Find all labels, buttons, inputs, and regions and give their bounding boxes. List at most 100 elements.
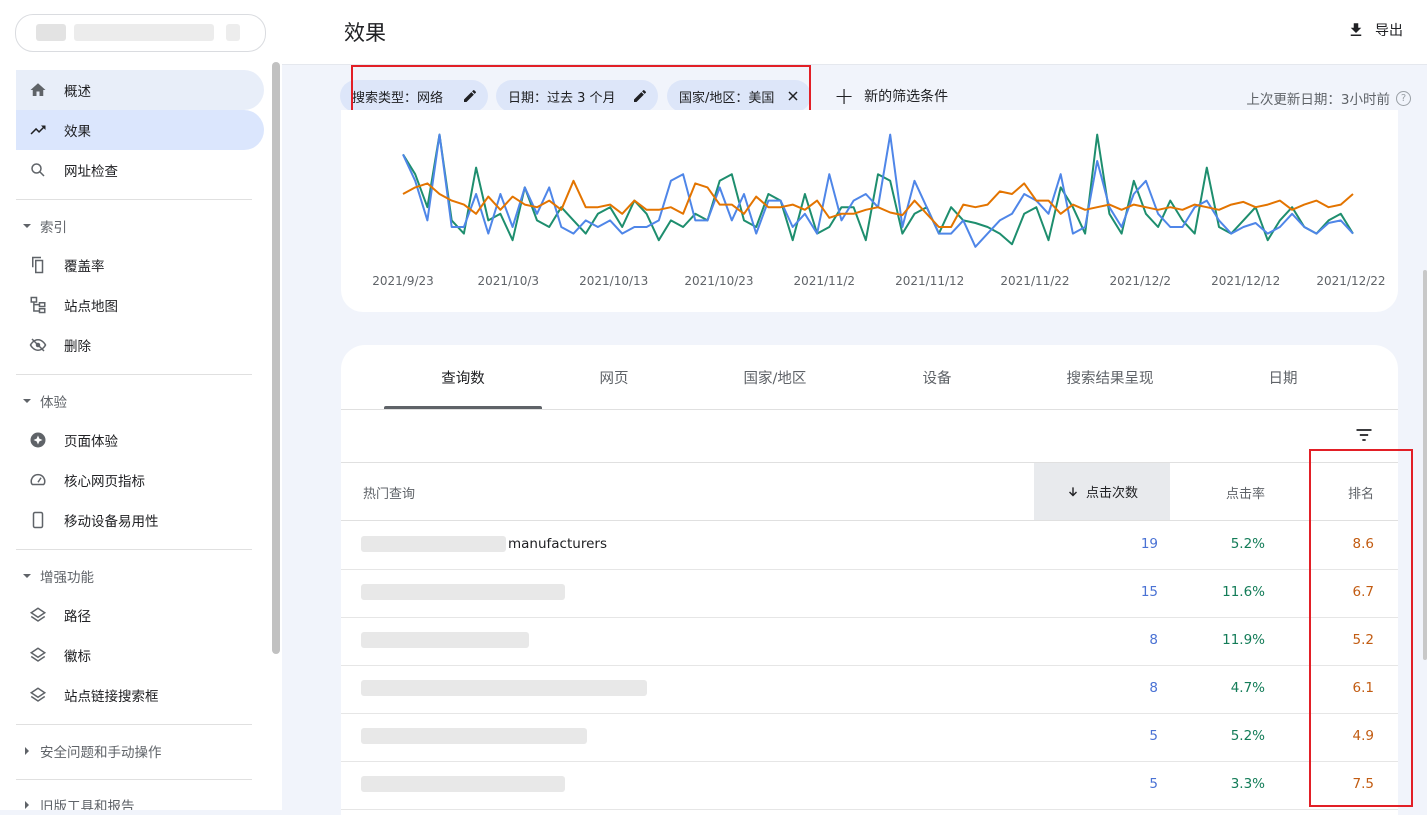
chevron-down-icon <box>23 224 31 228</box>
divider <box>16 549 252 550</box>
ctr-value: 3.3% <box>1230 776 1265 792</box>
section-index[interactable]: 索引 <box>20 216 67 236</box>
redacted-query <box>361 632 529 648</box>
tab-dates[interactable]: 日期 <box>1210 345 1356 409</box>
smartphone-icon <box>32 511 44 529</box>
x-tick-label: 2021/11/2 <box>794 274 856 288</box>
annotation-highlight-box <box>1309 449 1413 807</box>
section-label: 索引 <box>40 220 67 236</box>
nav-label: 网址检查 <box>64 164 118 180</box>
x-tick-label: 2021/11/22 <box>1000 274 1069 288</box>
tab-queries[interactable]: 查询数 <box>384 345 542 409</box>
x-tick-label: 2021/12/22 <box>1316 274 1385 288</box>
visibility-off-icon <box>29 338 47 352</box>
header-query[interactable]: 热门查询 <box>363 483 415 502</box>
ctr-value: 5.2% <box>1230 536 1265 552</box>
clicks-value: 19 <box>1140 536 1158 552</box>
layers-icon <box>29 687 47 702</box>
nav-label: 站点链接搜索框 <box>64 689 159 705</box>
chevron-right-icon <box>25 747 29 755</box>
x-tick-label: 2021/12/12 <box>1211 274 1280 288</box>
section-label: 旧版工具和报告 <box>40 799 135 810</box>
nav-label: 徽标 <box>64 649 91 665</box>
add-filter-label: 新的筛选条件 <box>864 89 949 105</box>
trending-up-icon <box>30 125 46 135</box>
chevron-down-icon <box>23 574 31 578</box>
series-line-blue <box>402 133 1354 248</box>
nav-label: 页面体验 <box>64 434 118 450</box>
x-tick-label: 2021/10/3 <box>478 274 540 288</box>
nav-item-performance[interactable]: 效果 <box>16 110 264 150</box>
table-row[interactable]: 5 5.2% 4.9 <box>341 713 1398 762</box>
nav-label: 移动设备易用性 <box>64 514 159 530</box>
x-tick-label: 2021/10/23 <box>684 274 753 288</box>
property-name-redacted <box>36 24 66 41</box>
table-row[interactable]: 8 4.7% 6.1 <box>341 665 1398 714</box>
page-scrollbar[interactable] <box>1423 270 1427 660</box>
x-tick-label: 2021/11/12 <box>895 274 964 288</box>
table-row[interactable]: 5 3.3% 7.5 <box>341 761 1398 810</box>
performance-chart[interactable]: 2021/9/23 2021/10/3 2021/10/13 2021/10/23 20… <box>341 110 1398 312</box>
table-filter-row <box>341 409 1398 463</box>
page-title: 效果 <box>344 21 386 45</box>
tab-countries[interactable]: 国家/地区 <box>686 345 864 409</box>
header-clicks[interactable]: 点击次数 <box>1034 463 1170 520</box>
export-button[interactable]: 导出 <box>1347 20 1403 40</box>
redacted-query <box>361 680 647 696</box>
tab-search-appearance[interactable]: 搜索结果呈现 <box>1010 345 1210 409</box>
help-icon[interactable]: ? <box>1396 90 1411 106</box>
header-ctr[interactable]: 点击率 <box>1226 483 1265 502</box>
nav-label: 核心网页指标 <box>64 474 145 490</box>
section-label: 体验 <box>40 395 67 411</box>
section-legacy[interactable]: 旧版工具和报告 <box>20 795 135 810</box>
nav-item-breadcrumbs[interactable]: 路径 <box>16 595 264 635</box>
query-text: manufacturers <box>508 536 607 552</box>
nav-item-sitemaps[interactable]: 站点地图 <box>16 285 264 325</box>
ctr-value: 5.2% <box>1230 728 1265 744</box>
ctr-value: 11.9% <box>1222 632 1265 648</box>
table-header: 热门查询 点击次数 点击率 排名 <box>341 463 1398 521</box>
search-icon <box>31 163 45 177</box>
tab-pages[interactable]: 网页 <box>542 345 686 409</box>
sidebar: 概述 效果 网址检查 索引 覆盖率 站点地图 删除 体验 页面体验 核心网页指标… <box>0 0 282 810</box>
tab-devices[interactable]: 设备 <box>864 345 1010 409</box>
nav-item-core-web-vitals[interactable]: 核心网页指标 <box>16 460 264 500</box>
export-label: 导出 <box>1375 23 1403 39</box>
section-security[interactable]: 安全问题和手动操作 <box>20 741 162 761</box>
clicks-value: 15 <box>1140 584 1158 600</box>
redacted-query <box>361 728 587 744</box>
nav-item-overview[interactable]: 概述 <box>16 70 264 110</box>
property-selector[interactable] <box>15 14 266 52</box>
nav-item-coverage[interactable]: 覆盖率 <box>16 245 264 285</box>
section-enhancements[interactable]: 增强功能 <box>20 566 94 586</box>
chevron-down-icon <box>23 399 31 403</box>
divider <box>16 779 252 780</box>
home-icon <box>30 83 46 96</box>
table-row[interactable]: 15 11.6% 6.7 <box>341 569 1398 618</box>
dimension-tabs: 查询数 网页 国家/地区 设备 搜索结果呈现 日期 <box>341 345 1398 410</box>
x-tick-label: 2021/12/2 <box>1110 274 1172 288</box>
redacted-query <box>361 584 565 600</box>
redacted-query <box>361 776 565 792</box>
nav-item-sitelinks-searchbox[interactable]: 站点链接搜索框 <box>16 675 264 715</box>
nav-item-removals[interactable]: 删除 <box>16 325 264 365</box>
section-experience[interactable]: 体验 <box>20 391 67 411</box>
nav-item-logos[interactable]: 徽标 <box>16 635 264 675</box>
filter-list-icon[interactable] <box>1354 425 1374 445</box>
nav-item-mobile-usability[interactable]: 移动设备易用性 <box>16 500 264 540</box>
ctr-value: 4.7% <box>1230 680 1265 696</box>
table-row[interactable]: 8 11.9% 5.2 <box>341 617 1398 666</box>
add-filter-button[interactable]: + 新的筛选条件 <box>834 84 949 108</box>
download-icon <box>1350 23 1362 36</box>
sidebar-scrollbar[interactable] <box>272 62 280 654</box>
nav-item-url-inspection[interactable]: 网址检查 <box>16 150 264 190</box>
nav-item-page-experience[interactable]: 页面体验 <box>16 420 264 460</box>
clicks-value: 5 <box>1149 776 1158 792</box>
redacted-query <box>361 536 506 552</box>
top-header: 效果 导出 <box>282 0 1427 65</box>
header-clicks-label: 点击次数 <box>1085 486 1138 501</box>
divider <box>16 374 252 375</box>
x-tick-label: 2021/10/13 <box>579 274 648 288</box>
page-experience-icon <box>30 432 46 448</box>
table-row[interactable]: manufacturers 19 5.2% 8.6 <box>341 521 1398 570</box>
